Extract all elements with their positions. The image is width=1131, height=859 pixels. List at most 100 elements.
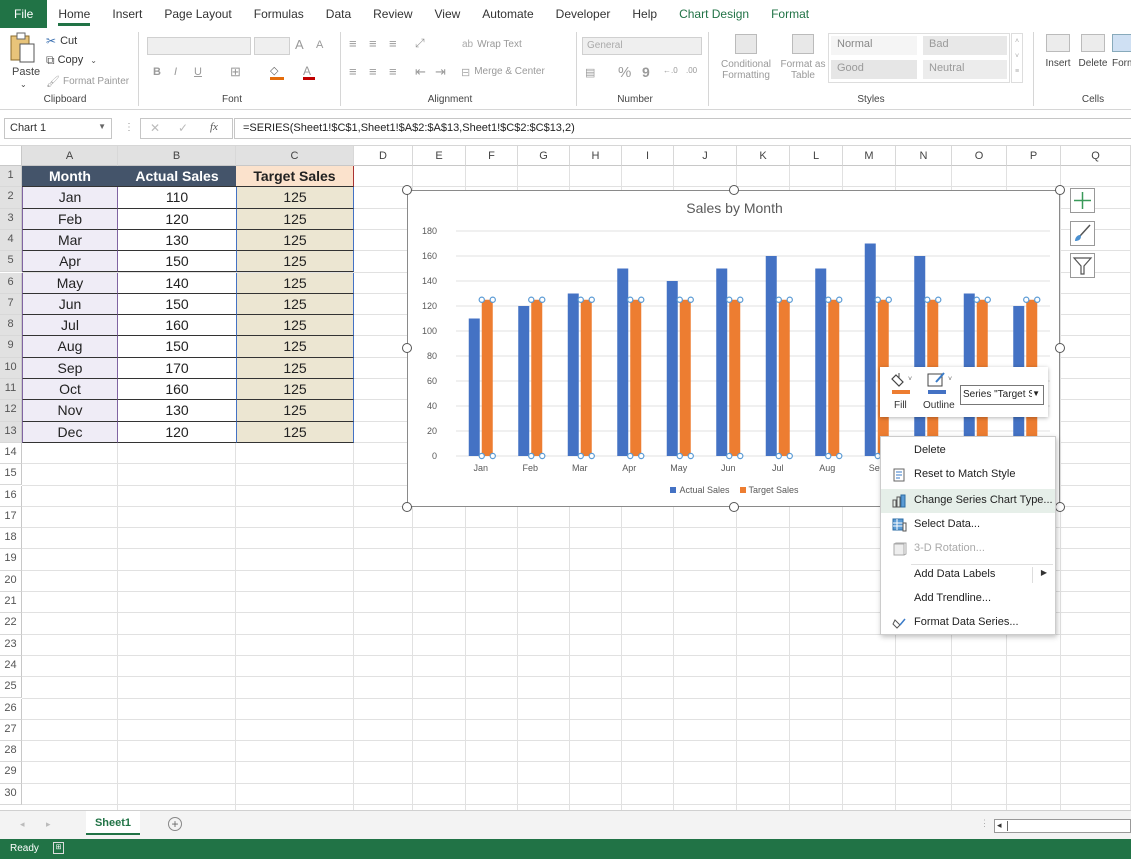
- tab-chart-design[interactable]: Chart Design: [668, 0, 760, 28]
- table-cell[interactable]: May: [22, 272, 118, 294]
- resize-handle-ne[interactable]: [1055, 185, 1065, 195]
- menu-item-reset-style[interactable]: Reset to Match Style: [881, 463, 1055, 487]
- scroll-left-arrow[interactable]: ◂: [997, 820, 1002, 831]
- font-size-dropdown[interactable]: [254, 37, 290, 55]
- resize-handle-nw[interactable]: [402, 185, 412, 195]
- bar-actual-sales[interactable]: [518, 306, 530, 456]
- table-cell[interactable]: 125: [236, 229, 354, 252]
- row-header-11[interactable]: 11: [0, 379, 22, 401]
- bar-actual-sales[interactable]: [815, 268, 827, 457]
- row-header-14[interactable]: 14: [0, 442, 22, 465]
- row-header-16[interactable]: 16: [0, 485, 22, 507]
- row-header-15[interactable]: 15: [0, 464, 22, 486]
- table-cell[interactable]: Sep: [22, 357, 118, 379]
- decrease-decimal-button[interactable]: .00: [686, 66, 697, 75]
- resize-handle-se[interactable]: [1055, 502, 1065, 512]
- resize-handle-e[interactable]: [1055, 343, 1065, 353]
- table-cell[interactable]: 120: [118, 208, 236, 230]
- table-cell[interactable]: 150: [118, 251, 236, 273]
- percent-button[interactable]: %: [618, 64, 631, 81]
- column-header-o[interactable]: O: [952, 146, 1007, 166]
- format-as-table-button[interactable]: Format as Table: [778, 34, 828, 81]
- bar-target-sales[interactable]: [679, 299, 691, 456]
- bar-target-sales[interactable]: [630, 299, 642, 456]
- row-header-1[interactable]: 1: [0, 166, 22, 188]
- bar-target-sales[interactable]: [531, 299, 543, 456]
- row-header-30[interactable]: 30: [0, 783, 22, 805]
- table-cell[interactable]: 125: [236, 421, 354, 443]
- copy-button[interactable]: ⧉ Copy ⌄: [46, 52, 97, 68]
- tab-insert[interactable]: Insert: [101, 0, 153, 28]
- bar-actual-sales[interactable]: [864, 243, 876, 457]
- table-cell[interactable]: 125: [236, 315, 354, 337]
- tab-format[interactable]: Format: [760, 0, 820, 28]
- paste-button[interactable]: Paste ⌄: [8, 32, 42, 89]
- bar-actual-sales[interactable]: [914, 256, 926, 456]
- row-header-4[interactable]: 4: [0, 229, 22, 252]
- row-header-27[interactable]: 27: [0, 719, 22, 742]
- column-header-c[interactable]: C: [236, 146, 354, 166]
- column-header-i[interactable]: I: [622, 146, 674, 166]
- style-neutral[interactable]: Neutral: [923, 60, 1007, 79]
- style-bad[interactable]: Bad: [923, 36, 1007, 55]
- format-painter-button[interactable]: 🖌 Format Painter: [46, 73, 129, 89]
- column-header-l[interactable]: L: [790, 146, 843, 166]
- increase-indent-button[interactable]: ⇥: [435, 64, 446, 80]
- table-cell[interactable]: 125: [236, 187, 354, 209]
- chart-elements-button[interactable]: [1070, 188, 1095, 213]
- cut-button[interactable]: ✂ Cut: [46, 33, 77, 49]
- formula-input[interactable]: =SERIES(Sheet1!$C$1,Sheet1!$A$2:$A$13,Sh…: [234, 118, 1131, 139]
- bar-target-sales[interactable]: [778, 299, 790, 456]
- tab-automate[interactable]: Automate: [471, 0, 544, 28]
- tab-review[interactable]: Review: [362, 0, 423, 28]
- table-cell[interactable]: 125: [236, 251, 354, 273]
- table-cell[interactable]: 130: [118, 400, 236, 422]
- table-cell[interactable]: Jun: [22, 293, 118, 316]
- align-top-button[interactable]: ≡: [349, 36, 357, 51]
- table-cell[interactable]: 140: [118, 272, 236, 294]
- style-good[interactable]: Good: [831, 60, 917, 79]
- row-header-6[interactable]: 6: [0, 272, 22, 294]
- scroll-sheets-left[interactable]: ◂: [20, 819, 25, 830]
- merge-center-button[interactable]: ⊟ Merge & Center: [461, 66, 545, 79]
- styles-scroll[interactable]: ˄ ˅ ≡: [1011, 33, 1023, 83]
- row-header-21[interactable]: 21: [0, 592, 22, 614]
- table-cell[interactable]: 125: [236, 379, 354, 401]
- row-header-22[interactable]: 22: [0, 613, 22, 635]
- bar-target-sales[interactable]: [481, 299, 493, 456]
- shrink-font-button[interactable]: A: [316, 39, 323, 51]
- select-all-corner[interactable]: [0, 146, 22, 166]
- menu-item-delete[interactable]: Delete: [881, 439, 1055, 463]
- menu-item-select-data[interactable]: Select Data...: [881, 513, 1055, 537]
- resize-handle-w[interactable]: [402, 343, 412, 353]
- horizontal-scrollbar[interactable]: ◂: [994, 819, 1131, 833]
- table-cell[interactable]: 160: [118, 379, 236, 401]
- table-cell[interactable]: Feb: [22, 208, 118, 230]
- table-cell[interactable]: 125: [236, 400, 354, 422]
- column-header-q[interactable]: Q: [1061, 146, 1131, 166]
- align-left-button[interactable]: ≡: [349, 64, 357, 79]
- add-sheet-button[interactable]: +: [168, 817, 182, 831]
- header-cell[interactable]: Month: [22, 166, 118, 188]
- table-cell[interactable]: 130: [118, 229, 236, 252]
- column-header-d[interactable]: D: [354, 146, 413, 166]
- bar-actual-sales[interactable]: [617, 268, 629, 457]
- underline-button[interactable]: U: [194, 66, 202, 78]
- table-cell[interactable]: 125: [236, 357, 354, 379]
- tab-view[interactable]: View: [424, 0, 472, 28]
- legend-item-target[interactable]: Target Sales: [739, 485, 799, 495]
- decrease-indent-button[interactable]: ⇤: [415, 64, 426, 80]
- accounting-format-button[interactable]: ▤: [585, 66, 595, 79]
- font-color-button[interactable]: A: [303, 64, 317, 80]
- font-name-dropdown[interactable]: [147, 37, 251, 55]
- column-header-j[interactable]: J: [674, 146, 737, 166]
- chart-filters-button[interactable]: [1070, 253, 1095, 278]
- tab-help[interactable]: Help: [621, 0, 668, 28]
- bar-target-sales[interactable]: [729, 299, 741, 456]
- align-bottom-button[interactable]: ≡: [389, 36, 397, 51]
- column-header-a[interactable]: A: [22, 146, 118, 166]
- italic-button[interactable]: I: [174, 66, 177, 78]
- row-header-7[interactable]: 7: [0, 293, 22, 316]
- table-cell[interactable]: Aug: [22, 336, 118, 358]
- increase-decimal-button[interactable]: ←.0: [663, 66, 678, 75]
